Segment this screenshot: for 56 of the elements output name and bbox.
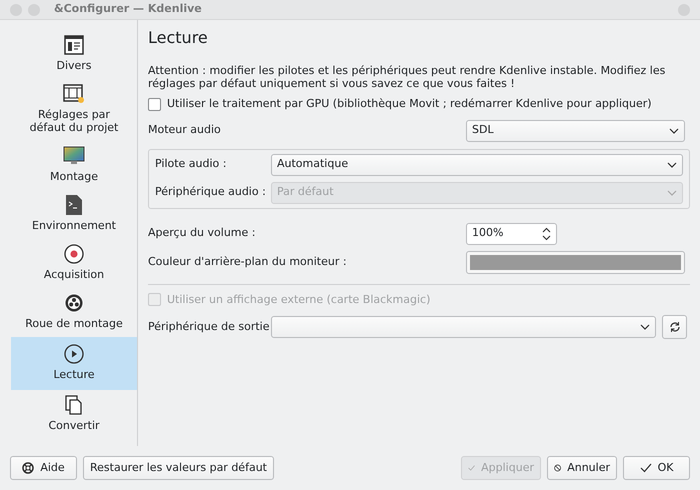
chevron-down-icon <box>669 128 679 134</box>
sidebar-item-label: Montage <box>49 170 99 183</box>
checkbox[interactable] <box>148 98 161 111</box>
audio-backend-select[interactable]: SDL <box>466 120 685 142</box>
dialog-button[interactable]: OK <box>623 456 690 480</box>
sidebar-item[interactable]: Roue de montage <box>11 288 137 337</box>
copy-icon <box>65 395 83 415</box>
volume-spinbox[interactable]: 100% <box>466 222 557 244</box>
checkbox-label: Utiliser le traitement par GPU (bibliothèque Movit ; redémarrer Kdenlive pour appliquer) <box>167 96 652 112</box>
film-icon <box>63 84 85 104</box>
output-device-select[interactable] <box>271 316 656 338</box>
cancel-icon <box>554 462 562 474</box>
sidebar-item-label: Acquisition <box>42 268 106 281</box>
field-label: Aperçu du volume : <box>148 225 256 242</box>
page-title: Lecture <box>148 28 209 48</box>
wheel-icon <box>64 293 84 313</box>
sidebar-item-label: Divers <box>55 59 93 72</box>
lifebuoy-icon <box>22 462 34 474</box>
field-label: Périphérique de sortie <box>148 318 270 335</box>
sidebar-item[interactable]: Convertir <box>11 390 137 439</box>
field-label: Moteur audio <box>148 122 222 138</box>
chevron-down-icon <box>667 162 677 168</box>
checkmark-icon <box>640 463 652 473</box>
sidebar-item-label: Roue de montage <box>24 317 124 330</box>
play-icon <box>64 344 84 364</box>
sidebar-item[interactable]: Montage <box>11 141 137 190</box>
field-label: Périphérique audio : <box>155 184 267 200</box>
warning-text: Attention : modifier les pilotes et les périphériques peut rendre Kdenlive instable. Modifiez les réglages par défaut uniquement si vous savez ce que vous faites ! <box>148 64 666 90</box>
chevron-down-icon <box>640 324 650 330</box>
terminal-icon <box>65 194 83 216</box>
dialog-button[interactable]: Aide <box>10 456 77 480</box>
field-label: Couleur d'arrière-plan du moniteur : <box>148 254 348 270</box>
sidebar-item-label: Réglages par défaut du projet <box>28 108 120 134</box>
refresh-button[interactable] <box>662 315 687 339</box>
dropdown-field[interactable]: Automatique <box>271 154 683 176</box>
field-label: Pilote audio : <box>155 156 228 172</box>
sidebar-item-label: Environnement <box>31 219 117 232</box>
sidebar-item-label: Lecture <box>52 368 96 381</box>
sidebar-item[interactable]: Lecture <box>11 337 137 390</box>
checkbox-label: Utiliser un affichage externe (carte Blackmagic) <box>167 292 430 308</box>
refresh-icon <box>668 321 680 333</box>
sidebar-item[interactable]: Acquisition <box>11 239 137 288</box>
sidebar-item[interactable]: Environnement <box>11 190 137 239</box>
sidebar-item[interactable]: Réglages par défaut du projet <box>11 79 137 141</box>
sidebar-item-label: Convertir <box>47 419 101 432</box>
record-icon <box>64 244 84 264</box>
dialog-button[interactable]: Annuler <box>547 456 617 480</box>
spin-arrows-icon <box>542 226 551 240</box>
chevron-down-icon <box>667 190 677 196</box>
monitor-icon <box>63 146 85 166</box>
checkmark-icon <box>468 463 476 473</box>
sidebar-item[interactable]: Divers <box>11 30 137 79</box>
color-button[interactable] <box>466 251 685 274</box>
window-title: &Configurer — Kdenlive <box>54 1 202 18</box>
layout-icon <box>64 35 84 55</box>
dialog-button[interactable]: Restaurer les valeurs par défaut <box>83 456 274 480</box>
